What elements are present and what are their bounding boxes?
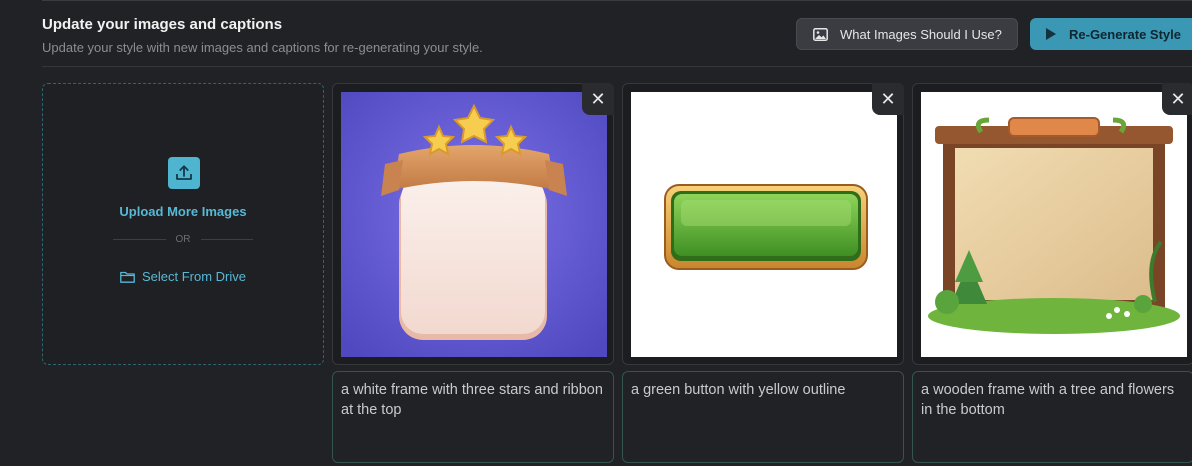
header-divider bbox=[42, 66, 1192, 67]
remove-image-button[interactable]: ✕ bbox=[872, 83, 904, 115]
folder-icon bbox=[120, 271, 135, 283]
regenerate-style-button[interactable]: Re-Generate Style bbox=[1030, 18, 1192, 50]
image-card: ✕ bbox=[622, 83, 904, 365]
image-card: ✕ bbox=[332, 83, 614, 365]
caption-field[interactable]: a green button with yellow outline bbox=[622, 371, 904, 463]
upload-dropzone[interactable]: Upload More Images OR Select From Drive bbox=[42, 83, 324, 365]
or-separator: OR bbox=[113, 234, 253, 245]
section-title: Update your images and captions bbox=[42, 16, 283, 33]
image-thumbnail[interactable] bbox=[341, 92, 607, 357]
what-images-label: What Images Should I Use? bbox=[840, 26, 1002, 42]
remove-image-button[interactable]: ✕ bbox=[1162, 83, 1192, 115]
what-images-button[interactable]: What Images Should I Use? bbox=[796, 18, 1018, 50]
upload-icon[interactable] bbox=[168, 157, 200, 189]
select-from-drive-label: Select From Drive bbox=[141, 269, 247, 284]
regenerate-style-label: Re-Generate Style bbox=[1069, 26, 1181, 42]
select-from-drive-link[interactable]: Select From Drive bbox=[43, 269, 323, 284]
image-thumbnail[interactable] bbox=[921, 92, 1187, 357]
image-thumbnail[interactable] bbox=[631, 92, 897, 357]
play-icon bbox=[1046, 28, 1056, 40]
upload-more-images-link[interactable]: Upload More Images bbox=[43, 204, 323, 219]
section-subtitle: Update your style with new images and ca… bbox=[42, 40, 483, 55]
caption-field[interactable]: a white frame with three stars and ribbo… bbox=[332, 371, 614, 463]
image-icon bbox=[813, 27, 828, 41]
or-label: OR bbox=[175, 234, 191, 245]
caption-field[interactable]: a wooden frame with a tree and flowers i… bbox=[912, 371, 1192, 463]
remove-image-button[interactable]: ✕ bbox=[582, 83, 614, 115]
image-card: ✕ bbox=[912, 83, 1192, 365]
top-divider bbox=[42, 0, 1192, 1]
